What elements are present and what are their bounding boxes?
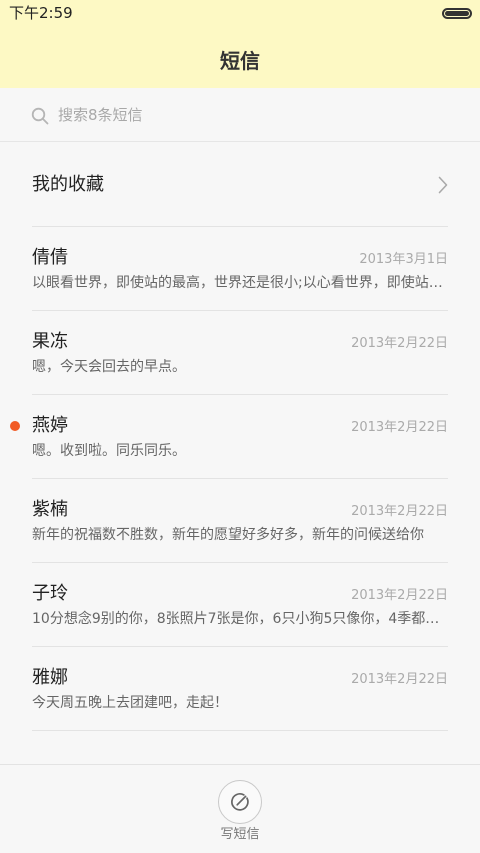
search-input[interactable]	[58, 104, 438, 126]
bottom-bar: 写短信	[0, 764, 480, 853]
message-date: 2013年3月1日	[359, 252, 448, 267]
message-preview: 以眼看世界，即使站的最高，世界还是很小;以心看世界，即使站的最低，世界也是无限大	[32, 275, 448, 291]
battery-icon	[442, 8, 472, 19]
status-time: 下午2:59	[9, 4, 73, 22]
message-date: 2013年2月22日	[351, 336, 448, 351]
conversation-item[interactable]: 倩倩 2013年3月1日 以眼看世界，即使站的最高，世界还是很小;以心看世界，即…	[32, 227, 448, 311]
conversation-item[interactable]: 燕婷 2013年2月22日 嗯。收到啦。同乐同乐。	[10, 395, 448, 479]
message-preview: 新年的祝福数不胜数，新年的愿望好多好多，新年的问候送给你	[32, 527, 424, 543]
favorites-label: 我的收藏	[32, 174, 104, 195]
conversation-list: 倩倩 2013年3月1日 以眼看世界，即使站的最高，世界还是很小;以心看世界，即…	[10, 227, 448, 731]
contact-name: 果冻	[32, 331, 68, 352]
top-bar: 下午2:59 短信	[0, 0, 480, 88]
conversation-item[interactable]: 子玲 2013年2月22日 10分想念9别的你，8张照片7张是你，6只小狗5只像…	[32, 563, 448, 647]
contact-name: 紫楠	[32, 499, 68, 520]
message-preview: 嗯，今天会回去的早点。	[32, 359, 186, 375]
contact-name: 燕婷	[32, 415, 68, 436]
message-date: 2013年2月22日	[351, 588, 448, 603]
message-preview: 10分想念9别的你，8张照片7张是你，6只小狗5只像你，4季都想你	[32, 611, 448, 627]
contact-name: 倩倩	[32, 247, 68, 268]
message-preview: 嗯。收到啦。同乐同乐。	[32, 443, 186, 459]
search-icon	[31, 107, 49, 125]
battery-fill	[445, 11, 469, 16]
favorites-row[interactable]: 我的收藏	[32, 143, 448, 227]
page-title: 短信	[220, 49, 260, 73]
message-date: 2013年2月22日	[351, 672, 448, 687]
search-bar[interactable]	[0, 88, 480, 142]
compose-icon	[231, 793, 249, 811]
conversation-item[interactable]: 果冻 2013年2月22日 嗯，今天会回去的早点。	[32, 311, 448, 395]
unread-dot-icon	[10, 421, 20, 431]
message-date: 2013年2月22日	[351, 420, 448, 435]
message-preview: 今天周五晚上去团建吧，走起！	[32, 695, 228, 711]
compose-label: 写短信	[220, 827, 260, 842]
sms-app-screen: 下午2:59 短信 我的收藏 倩倩 2013年3月1日 以眼看世界，即使站的最高…	[0, 0, 480, 853]
contact-name: 子玲	[32, 583, 68, 604]
contact-name: 雅娜	[32, 667, 68, 688]
chevron-right-icon	[438, 176, 448, 194]
conversation-item[interactable]: 雅娜 2013年2月22日 今天周五晚上去团建吧，走起！	[32, 647, 448, 731]
conversation-item[interactable]: 紫楠 2013年2月22日 新年的祝福数不胜数，新年的愿望好多好多，新年的问候送…	[32, 479, 448, 563]
message-date: 2013年2月22日	[351, 504, 448, 519]
compose-button[interactable]	[218, 780, 262, 824]
